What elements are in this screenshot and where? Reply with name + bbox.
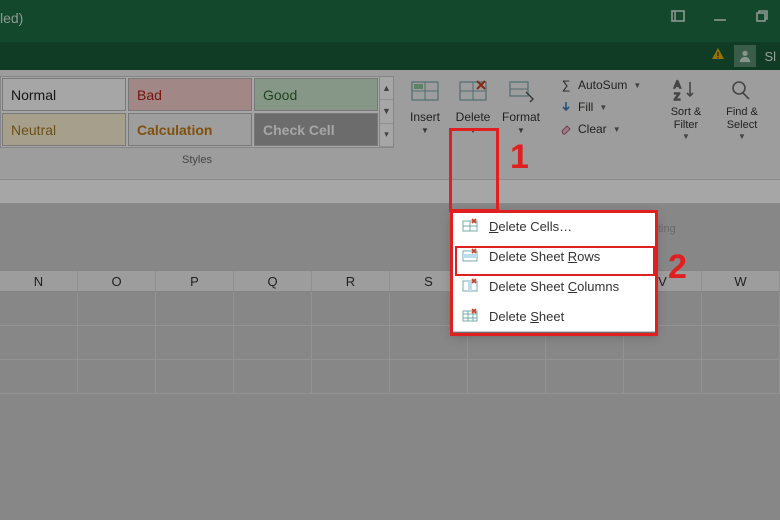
style-good[interactable]: Good	[254, 78, 378, 111]
find-select-button[interactable]: Find &Select ▼	[716, 74, 768, 148]
window-title: led)	[0, 10, 23, 26]
table-row	[0, 292, 780, 326]
minimize-icon[interactable]	[712, 8, 728, 24]
sort-filter-label: Sort &Filter	[671, 106, 702, 132]
grid-rows[interactable]	[0, 292, 780, 394]
avatar[interactable]	[734, 45, 756, 67]
insert-button[interactable]: Insert ▼	[402, 72, 448, 150]
sort-filter-button[interactable]: AZ Sort &Filter ▼	[660, 74, 712, 148]
clear-dropdown-icon[interactable]: ▼	[613, 125, 621, 134]
menu-delete-rows-label: Delete Sheet Rows	[489, 249, 600, 264]
ribbon-display-icon[interactable]	[670, 8, 686, 24]
col-header[interactable]: O	[78, 271, 156, 291]
delete-columns-icon	[461, 277, 479, 295]
title-bar: led)	[0, 0, 780, 42]
fill-button[interactable]: Fill ▼	[558, 96, 641, 118]
autosum-dropdown-icon[interactable]: ▼	[633, 81, 641, 90]
callout-1-number: 1	[510, 138, 529, 177]
clear-label: Clear	[578, 122, 607, 136]
window-buttons	[670, 8, 770, 24]
styles-group-label: Styles	[0, 154, 394, 166]
delete-menu: Delete Cells… Delete Sheet Rows Delete S…	[452, 210, 656, 332]
sigma-icon: ∑	[558, 78, 574, 92]
worksheet-grid[interactable]: N O P Q R S T U V W	[0, 270, 780, 394]
styles-expand[interactable]: ▲ ▼ ▾	[379, 77, 393, 147]
column-headers[interactable]: N O P Q R S T U V W	[0, 270, 780, 292]
chevron-up-icon[interactable]: ▲	[380, 77, 393, 100]
styles-gallery[interactable]: Normal Neutral Bad Calculation Good Chec…	[0, 76, 394, 148]
style-normal[interactable]: Normal	[2, 78, 126, 111]
clear-button[interactable]: Clear ▼	[558, 118, 641, 140]
col-header[interactable]: R	[312, 271, 390, 291]
callout-2-number: 2	[668, 248, 687, 287]
editing-group-label-fragment: ting	[658, 223, 676, 235]
eraser-icon	[558, 122, 574, 136]
ribbon: Normal Neutral Bad Calculation Good Chec…	[0, 70, 780, 180]
sort-find-group: AZ Sort &Filter ▼ Find &Select ▼	[660, 74, 768, 148]
sort-icon: AZ	[672, 78, 700, 104]
menu-delete-columns[interactable]: Delete Sheet Columns	[453, 271, 655, 301]
warning-icon[interactable]	[710, 46, 726, 67]
insert-dropdown-icon[interactable]: ▼	[421, 126, 429, 135]
format-label: Format	[502, 110, 540, 124]
chevron-down-icon[interactable]: ▼	[380, 100, 393, 123]
style-bad[interactable]: Bad	[128, 78, 252, 111]
style-check-cell[interactable]: Check Cell	[254, 113, 378, 146]
find-dropdown-icon[interactable]: ▼	[738, 132, 746, 141]
col-header[interactable]: W	[702, 271, 780, 291]
menu-delete-cells[interactable]: Delete Cells…	[453, 211, 655, 241]
fill-label: Fill	[578, 100, 593, 114]
more-icon[interactable]: ▾	[380, 124, 393, 147]
autosum-label: AutoSum	[578, 78, 627, 92]
menu-delete-rows[interactable]: Delete Sheet Rows	[453, 241, 655, 271]
autosum-button[interactable]: ∑ AutoSum ▼	[558, 74, 641, 96]
menu-delete-columns-label: Delete Sheet Columns	[489, 279, 619, 294]
delete-sheet-icon	[461, 307, 479, 325]
col-header[interactable]: N	[0, 271, 78, 291]
delete-cells-icon	[456, 76, 490, 106]
table-row	[0, 326, 780, 360]
format-cells-icon	[504, 76, 538, 106]
restore-icon[interactable]	[754, 8, 770, 24]
account-strip: Sl	[0, 42, 780, 70]
fill-down-icon	[558, 100, 574, 114]
style-calculation[interactable]: Calculation	[128, 113, 252, 146]
svg-text:A: A	[674, 80, 681, 91]
menu-delete-cells-label: Delete Cells…	[489, 219, 572, 234]
col-header[interactable]: P	[156, 271, 234, 291]
sort-dropdown-icon[interactable]: ▼	[682, 132, 690, 141]
col-header[interactable]: Q	[234, 271, 312, 291]
menu-delete-sheet[interactable]: Delete Sheet	[453, 301, 655, 331]
find-select-label: Find &Select	[726, 106, 758, 132]
search-icon	[728, 78, 756, 104]
format-dropdown-icon[interactable]: ▼	[517, 126, 525, 135]
account-name[interactable]: Sl	[764, 49, 776, 64]
insert-cells-icon	[408, 76, 442, 106]
svg-text:Z: Z	[674, 92, 680, 102]
delete-button[interactable]: Delete ▼	[450, 72, 496, 150]
table-row	[0, 360, 780, 394]
editing-group: ∑ AutoSum ▼ Fill ▼ Clear ▼	[558, 74, 641, 140]
delete-rows-icon	[461, 247, 479, 265]
delete-cells-icon	[461, 217, 479, 235]
insert-label: Insert	[410, 110, 440, 124]
style-neutral[interactable]: Neutral	[2, 113, 126, 146]
formula-bar[interactable]	[0, 180, 780, 204]
delete-label: Delete	[456, 110, 491, 124]
delete-dropdown-icon[interactable]: ▼	[469, 126, 477, 135]
fill-dropdown-icon[interactable]: ▼	[599, 103, 607, 112]
menu-delete-sheet-label: Delete Sheet	[489, 309, 564, 324]
